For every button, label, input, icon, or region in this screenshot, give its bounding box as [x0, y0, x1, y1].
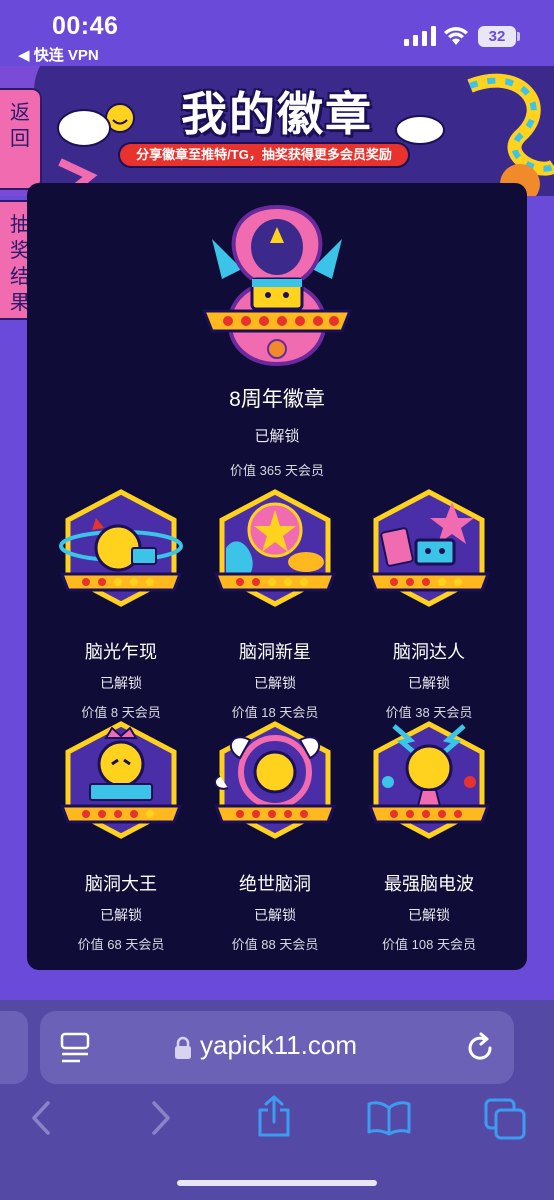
- idea-spark-badge-icon: [59, 489, 183, 607]
- cellular-signal-icon: [404, 26, 436, 46]
- reader-mode-icon[interactable]: [60, 1032, 90, 1064]
- badge-panel: 8周年徽章 已解锁 价值 365 天会员 脑光乍现 已解锁 价值 8 天会员 脑…: [27, 183, 527, 970]
- share-icon[interactable]: [256, 1094, 292, 1138]
- status-time: 00:46: [52, 12, 119, 40]
- anniversary-badge-icon: [201, 204, 353, 367]
- badge-status: 已解锁: [408, 907, 450, 923]
- badge-card[interactable]: 脑洞达人 已解锁 价值 38 天会员: [349, 488, 509, 721]
- page-title: 我的徽章: [181, 88, 373, 140]
- brainwave-badge-icon: [367, 721, 491, 839]
- back-tab[interactable]: 返 回: [0, 88, 42, 190]
- winged-brain-badge-icon: [213, 721, 337, 839]
- bookmarks-icon[interactable]: [366, 1100, 412, 1136]
- header-banner: 我的徽章 分享徽章至推特/TG，抽奖获得更多会员奖励: [0, 66, 554, 196]
- url-text[interactable]: yapick11.com: [200, 1030, 357, 1061]
- badge-name: 脑洞新星: [239, 642, 311, 662]
- brain-king-badge-icon: [59, 721, 183, 839]
- badge-status: 已解锁: [254, 675, 296, 691]
- badge-name: 脑洞大王: [85, 874, 157, 894]
- forward-arrow-icon[interactable]: [148, 1100, 174, 1136]
- battery-indicator: 32: [478, 26, 516, 47]
- badge-value: 价值 365 天会员: [230, 463, 324, 478]
- back-arrow-icon[interactable]: [28, 1100, 54, 1136]
- share-reward-banner: 分享徽章至推特/TG，抽奖获得更多会员奖励: [118, 142, 410, 168]
- badge-value: 价值 38 天会员: [385, 705, 473, 720]
- lock-icon: [175, 1036, 191, 1059]
- badge-card[interactable]: 最强脑电波 已解锁 价值 108 天会员: [349, 720, 509, 953]
- badge-name: 8周年徽章: [229, 388, 325, 411]
- magic-hat-badge-icon: [367, 489, 491, 607]
- previous-tab-preview[interactable]: [0, 1011, 28, 1084]
- wifi-icon: [444, 27, 468, 45]
- badge-name: 脑光乍现: [85, 642, 157, 662]
- badge-name: 绝世脑洞: [239, 874, 311, 894]
- badge-value: 价值 8 天会员: [81, 705, 161, 720]
- badge-status: 已解锁: [408, 675, 450, 691]
- badge-card[interactable]: 脑洞大王 已解锁 价值 68 天会员: [41, 720, 201, 953]
- badge-status: 已解锁: [254, 428, 300, 445]
- status-bar: 00:46 ◀ 快连 VPN 32: [0, 0, 554, 66]
- badge-value: 价值 68 天会员: [77, 937, 165, 952]
- badge-status: 已解锁: [254, 907, 296, 923]
- back-to-app-link[interactable]: ◀ 快连 VPN: [18, 44, 99, 65]
- badge-card[interactable]: 脑洞新星 已解锁 价值 18 天会员: [195, 488, 355, 721]
- tabs-icon[interactable]: [484, 1098, 526, 1140]
- featured-badge[interactable]: 8周年徽章 已解锁 价值 365 天会员: [27, 199, 527, 479]
- back-tab-char: 返: [10, 102, 30, 124]
- battery-tip: [517, 32, 520, 41]
- home-indicator[interactable]: [177, 1180, 377, 1186]
- badge-name: 脑洞达人: [393, 642, 465, 662]
- reload-icon[interactable]: [464, 1032, 496, 1064]
- badge-card[interactable]: 脑光乍现 已解锁 价值 8 天会员: [41, 488, 201, 721]
- back-tab-char: 回: [10, 128, 30, 150]
- badge-name: 最强脑电波: [384, 874, 474, 894]
- badge-status: 已解锁: [100, 907, 142, 923]
- rising-star-badge-icon: [213, 489, 337, 607]
- badge-value: 价值 18 天会员: [231, 705, 319, 720]
- badge-value: 价值 108 天会员: [382, 937, 476, 952]
- badge-status: 已解锁: [100, 675, 142, 691]
- badge-card[interactable]: 绝世脑洞 已解锁 价值 88 天会员: [195, 720, 355, 953]
- badge-value: 价值 88 天会员: [231, 937, 319, 952]
